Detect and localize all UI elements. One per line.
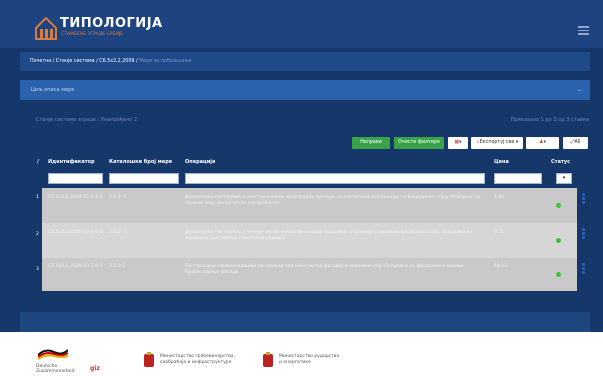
price-filter-input[interactable] [494,173,542,184]
status-active-icon [556,238,561,243]
breadcrumb-home[interactable]: Почетна [30,59,51,64]
identifier-filter-input[interactable] [48,173,103,184]
delete-icon [582,201,585,204]
catalog-filter-input[interactable] [109,173,179,184]
row-actions[interactable] [580,192,587,205]
view-icon [582,228,585,231]
delete-icon [582,236,585,239]
column-operation[interactable]: Операција [185,159,215,165]
column-price[interactable]: Цена [494,159,509,165]
ministry-energy-text: Министарство рударства [279,354,340,359]
row-identifier[interactable]: C6.5x2,2,2009-02-0.0-1 [48,230,103,236]
hamburger-icon[interactable] [578,26,589,35]
giz-logo: giz [90,365,100,372]
columns-button[interactable]: ♟▾ [526,137,559,149]
house-logo-icon[interactable] [35,16,57,40]
table-row[interactable]: C6.5x2,2,2009-01-2.0-1 2.1.0 -1 Демонтаж… [42,188,577,223]
edit-icon [582,197,585,200]
row-operation: Демонтажа постојећих спољних окова и мон… [185,230,473,241]
german-cooperation-text: Deutsche Zusammenarbeit [36,364,75,374]
german-cooperation-logo [38,349,68,360]
row-price: 9.75 [494,230,505,235]
edit-icon [582,267,585,270]
ministry-construction-text: Министарство грађевинарства, [160,354,235,359]
grid-menu-button[interactable]: ▦▾ [448,137,468,149]
clear-filters-button[interactable]: Очисти филтере [394,137,444,149]
row-operation: Демонтажа постојећих и монтажа нових дво… [185,195,481,206]
column-catalog[interactable]: Каталошки број мере [109,159,172,165]
column-index: / [37,159,39,165]
row-price: 1.85 [494,195,505,200]
column-identifier[interactable]: Идентификатор [48,159,95,165]
filter-panel-toggle[interactable]: Циљ описа мере ⌄ [20,80,590,100]
breadcrumb-system-state[interactable]: Станје система [56,59,95,64]
operation-filter-input[interactable] [185,173,485,184]
row-actions[interactable] [580,262,587,275]
row-number: 1 [36,195,39,200]
table-row[interactable]: C6.5x2,2,2009-02-0.0-1 2.4.0 -1 Демонтаж… [42,223,577,258]
row-number: 3 [36,267,39,272]
row-operation: Постављање термоизолације на спољни зид … [185,264,465,275]
ministry-energy-sub: и енергетике [279,360,311,365]
row-number: 2 [36,232,39,237]
row-identifier[interactable]: C6.5x2,2,2009-01-2.0-1 [48,195,103,201]
row-catalog: 2.1.0 -1 [109,195,127,200]
column-status[interactable]: Статус [551,159,570,165]
delete-icon [582,271,585,274]
view-icon [582,193,585,196]
top-bar: ТИПОЛОГИЈА СТАМБЕНЕ ЗГРАДЕ СРБИЈЕ [0,0,603,48]
app-shell: ТИПОЛОГИЈА СТАМБЕНЕ ЗГРАДЕ СРБИЈЕ Почетн… [0,0,603,332]
status-filter-select[interactable]: ▾ [556,173,572,184]
edit-icon [582,232,585,235]
serbia-coat-of-arms-icon [144,352,154,367]
breadcrumb-current: Мере за побољшање [139,59,192,64]
breadcrumb: Почетна / Станје система / C6.5x2,2,2009… [20,52,590,71]
row-identifier[interactable]: C6.5x2,2,2009-03-1.0-1 [48,264,103,270]
table-row[interactable]: C6.5x2,2,2009-03-1.0-1 3.1.0-1 Постављањ… [42,258,577,291]
row-catalog: 3.1.0-1 [109,264,126,269]
filter-panel-label: Циљ описа мере [31,87,75,93]
all-button[interactable]: ⤢All [563,137,588,149]
pagination-info: Приказано 1 до 3 од 3 ставки [510,117,589,123]
breadcrumb-system-id[interactable]: C6.5x2,2,2009 [99,59,134,64]
row-price: 18.14 [494,264,508,269]
create-button[interactable]: Направи [352,137,390,149]
serbia-coat-of-arms-icon [263,352,273,367]
view-icon [582,263,585,266]
chevron-down-icon[interactable]: ⌄ [577,80,582,100]
system-state-info: Станје система зграде : Унапређено 2 [36,117,138,123]
status-active-icon [556,203,561,208]
footer-band [20,312,590,332]
ministry-construction-sub: саобраћаја и инфраструктуре [160,360,232,365]
brand-subtitle: СТАМБЕНЕ ЗГРАДЕ СРБИЈЕ [61,32,124,37]
export-all-button[interactable]: ⇩Експортуј све ▾ [471,137,523,149]
row-actions[interactable] [580,227,587,240]
status-active-icon [556,272,561,277]
row-catalog: 2.4.0 -1 [109,230,127,235]
brand-title[interactable]: ТИПОЛОГИЈА [60,16,163,31]
